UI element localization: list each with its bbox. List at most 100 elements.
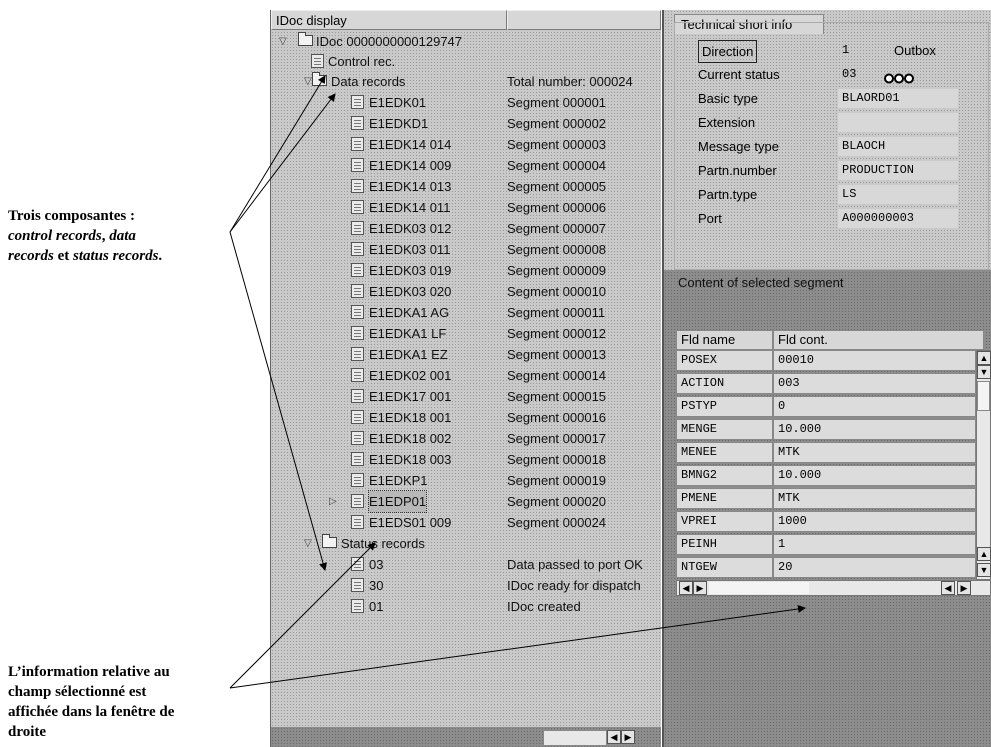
tech-info-value: A000000003 xyxy=(838,209,958,228)
scroll-left-icon[interactable]: ◀ xyxy=(607,730,621,744)
tech-info-label: Extension xyxy=(698,115,756,130)
scroll-right-icon[interactable]: ▶ xyxy=(621,730,635,744)
fld-name-cell[interactable]: NTGEW xyxy=(676,557,773,578)
fld-cont-cell[interactable]: 10.000 xyxy=(773,419,976,440)
tree-row[interactable]: E1EDKP1 Segment 000019 xyxy=(271,470,661,491)
segment-name: E1EDS01 009 xyxy=(369,515,452,530)
triangle-right-icon[interactable]: ▷ xyxy=(329,491,337,512)
tree-row[interactable]: E1EDK03 011 Segment 000008 xyxy=(271,239,661,260)
tree-row[interactable]: E1EDK18 001 Segment 000016 xyxy=(271,407,661,428)
tree-row[interactable]: E1EDK18 003 Segment 000018 xyxy=(271,449,661,470)
segment-name: E1EDK01 xyxy=(369,95,427,110)
scroll-thumb[interactable] xyxy=(977,381,990,411)
grid-row[interactable]: VPREI 1000 xyxy=(676,511,984,532)
fld-cont-cell[interactable]: 1 xyxy=(773,534,976,555)
grid-row[interactable]: ACTION 003 xyxy=(676,373,984,394)
document-icon xyxy=(351,494,364,508)
grid-row[interactable]: PMENE MTK xyxy=(676,488,984,509)
tree-row[interactable]: E1EDKA1 AG Segment 000011 xyxy=(271,302,661,323)
tree-row[interactable]: E1EDK02 001 Segment 000014 xyxy=(271,365,661,386)
grid-row[interactable]: BMNG2 10.000 xyxy=(676,465,984,486)
tree-row[interactable]: E1EDS01 009 Segment 000024 xyxy=(271,512,661,533)
tree-row[interactable]: E1EDKA1 LF Segment 000012 xyxy=(271,323,661,344)
status-code: 01 xyxy=(369,599,384,614)
fld-cont-cell[interactable]: 003 xyxy=(773,373,976,394)
fld-name-cell[interactable]: MENGE xyxy=(676,419,773,440)
tree-row[interactable]: E1EDK01 Segment 000001 xyxy=(271,92,661,113)
grid-row[interactable]: MENEE MTK xyxy=(676,442,984,463)
scroll-thumb[interactable] xyxy=(709,582,809,594)
tree-row[interactable]: E1EDK03 019 Segment 000009 xyxy=(271,260,661,281)
tree-row[interactable]: ▽ Status records xyxy=(271,533,661,554)
tree-row[interactable]: E1EDK03 012 Segment 000007 xyxy=(271,218,661,239)
tree-row[interactable]: 01 IDoc created xyxy=(271,596,661,617)
tree-row[interactable]: E1EDK14 011 Segment 000006 xyxy=(271,197,661,218)
fld-name-cell[interactable]: POSEX xyxy=(676,350,773,371)
fld-name-cell[interactable]: BMNG2 xyxy=(676,465,773,486)
document-icon xyxy=(351,305,364,319)
header-idoc-display[interactable]: IDoc display xyxy=(271,10,507,30)
document-icon xyxy=(351,158,364,172)
grid-row[interactable]: PSTYP 0 xyxy=(676,396,984,417)
header-column-2[interactable] xyxy=(507,10,661,30)
grid-row[interactable]: NTGEW 20 xyxy=(676,557,984,578)
folder-icon xyxy=(322,534,337,548)
document-icon xyxy=(351,599,364,613)
grid-horizontal-scrollbar[interactable]: ◀ ▶ ◀ ▶ xyxy=(676,580,991,596)
scroll-left-icon[interactable]: ◀ xyxy=(941,581,955,595)
tree-row[interactable]: E1EDK18 002 Segment 000017 xyxy=(271,428,661,449)
fld-cont-cell[interactable]: MTK xyxy=(773,488,976,509)
grid-row[interactable]: PEINH 1 xyxy=(676,534,984,555)
tree-row[interactable]: E1EDKD1 Segment 000002 xyxy=(271,113,661,134)
tree-row[interactable]: E1EDK14 013 Segment 000005 xyxy=(271,176,661,197)
segment-number: Segment 000019 xyxy=(507,473,607,488)
segment-number: Segment 000004 xyxy=(507,158,607,173)
grid-vertical-scrollbar[interactable]: ▲ ▼ ▲ ▼ xyxy=(976,350,991,580)
tree-row[interactable]: ▷ E1EDP01 Segment 000020 xyxy=(271,490,661,513)
tree-row[interactable]: E1EDKA1 EZ Segment 000013 xyxy=(271,344,661,365)
scroll-down-icon[interactable]: ▼ xyxy=(977,563,991,577)
col-fld-name[interactable]: Fld name xyxy=(676,330,773,350)
fld-name-cell[interactable]: PSTYP xyxy=(676,396,773,417)
tree-horizontal-scrollbar[interactable] xyxy=(543,730,607,746)
segment-number: Segment 000020 xyxy=(507,494,607,509)
triangle-down-icon[interactable]: ▽ xyxy=(279,31,287,52)
fld-cont-cell[interactable]: 10.000 xyxy=(773,465,976,486)
fld-name-cell[interactable]: MENEE xyxy=(676,442,773,463)
tree-row[interactable]: Control rec. xyxy=(271,51,661,72)
col-fld-cont[interactable]: Fld cont. xyxy=(773,330,984,350)
triangle-down-icon[interactable]: ▽ xyxy=(304,533,312,554)
scroll-right-icon[interactable]: ▶ xyxy=(693,581,707,595)
fld-cont-cell[interactable]: 20 xyxy=(773,557,976,578)
fld-name-cell[interactable]: ACTION xyxy=(676,373,773,394)
grid-row[interactable]: POSEX 00010 xyxy=(676,350,984,371)
tree-row[interactable]: E1EDK17 001 Segment 000015 xyxy=(271,386,661,407)
status-text: Data passed to port OK xyxy=(507,557,643,572)
fld-cont-cell[interactable]: MTK xyxy=(773,442,976,463)
scroll-right-icon[interactable]: ▶ xyxy=(957,581,971,595)
scroll-up-icon[interactable]: ▲ xyxy=(977,547,991,561)
scroll-up-icon[interactable]: ▲ xyxy=(977,351,991,365)
fld-name-cell[interactable]: PMENE xyxy=(676,488,773,509)
tree-row[interactable]: E1EDK14 009 Segment 000004 xyxy=(271,155,661,176)
tree-row[interactable]: 03 Data passed to port OK xyxy=(271,554,661,575)
tree-row[interactable]: 30 IDoc ready for dispatch xyxy=(271,575,661,596)
data-records-total: Total number: 000024 xyxy=(507,74,633,89)
document-icon xyxy=(351,578,364,592)
tree-row[interactable]: ▽ Data records Total number: 000024 xyxy=(271,71,661,92)
fld-cont-cell[interactable]: 00010 xyxy=(773,350,976,371)
grid-row[interactable]: MENGE 10.000 xyxy=(676,419,984,440)
fld-name-cell[interactable]: VPREI xyxy=(676,511,773,532)
fld-name-cell[interactable]: PEINH xyxy=(676,534,773,555)
fld-cont-cell[interactable]: 1000 xyxy=(773,511,976,532)
fld-cont-cell[interactable]: 0 xyxy=(773,396,976,417)
tree-row[interactable]: ▽ IDoc 0000000000129747 xyxy=(271,31,661,52)
triangle-down-icon[interactable]: ▽ xyxy=(304,71,312,92)
tree-row[interactable]: E1EDK03 020 Segment 000010 xyxy=(271,281,661,302)
scroll-down-icon[interactable]: ▼ xyxy=(977,365,991,379)
scroll-left-icon[interactable]: ◀ xyxy=(679,581,693,595)
tree-row[interactable]: E1EDK14 014 Segment 000003 xyxy=(271,134,661,155)
segment-number: Segment 000007 xyxy=(507,221,607,236)
segment-content-grid: Fld name Fld cont. POSEX 00010 ACTION 003 PS… xyxy=(676,330,991,596)
traffic-light-icon xyxy=(884,69,916,84)
